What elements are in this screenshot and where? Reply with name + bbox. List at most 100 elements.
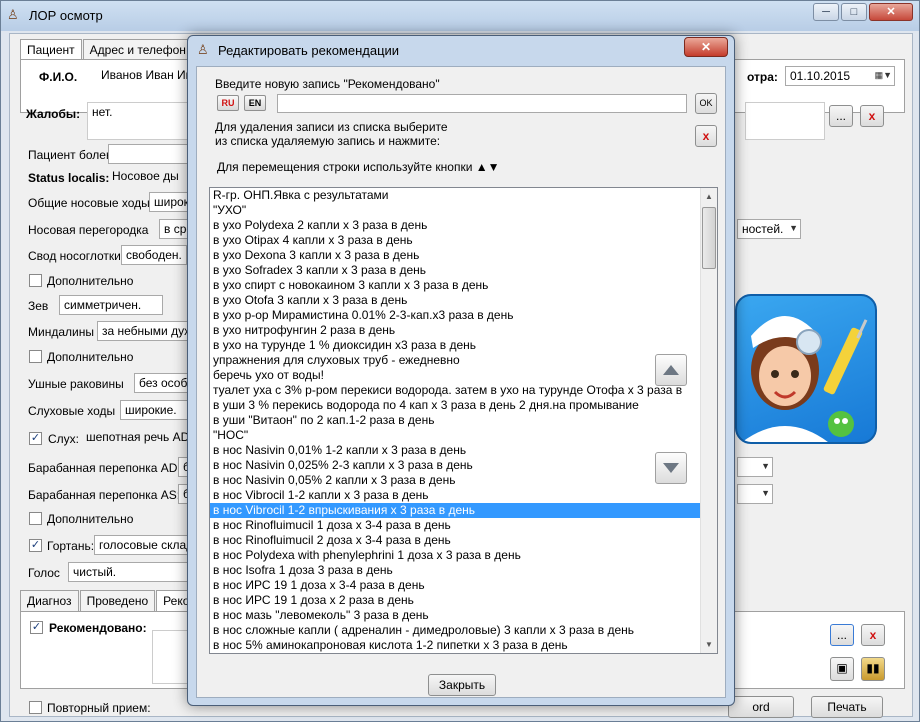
calendar-icon[interactable]: ▦▼ xyxy=(875,70,892,81)
repeat-visit-checkbox[interactable] xyxy=(29,701,42,714)
list-item[interactable]: в нос 5% аминокапроновая кислота 1-2 пип… xyxy=(210,638,717,653)
tympanic-ad-combo[interactable]: ▼ xyxy=(737,457,773,477)
list-item[interactable]: в ухо на турунде 1 % диоксидин х3 раза в… xyxy=(210,338,717,353)
recommended-checkbox[interactable]: ✓ xyxy=(30,621,43,634)
move-down-button[interactable] xyxy=(655,452,687,484)
list-item[interactable]: в нос Rinofluimucil 1 доза х 3-4 раза в … xyxy=(210,518,717,533)
list-item[interactable]: в нос сложные капли ( адреналин - димедр… xyxy=(210,623,717,638)
voice-field[interactable]: чистый. xyxy=(68,562,197,582)
scroll-up-icon[interactable]: ▲ xyxy=(701,188,717,205)
lang-en-button[interactable]: EN xyxy=(244,95,266,111)
status-localis-field[interactable]: Носовое ды xyxy=(108,167,197,187)
tab-patient[interactable]: Пациент xyxy=(20,39,82,60)
list-item[interactable]: R-гр. ОНП.Явка с результатами xyxy=(210,188,717,203)
tympanic-ad-label: Барабанная перепонка AD: xyxy=(28,461,181,475)
larynx-field[interactable]: голосовые складк xyxy=(94,535,197,555)
list-item[interactable]: в нос Nasivin 0,01% 1-2 капли х 3 раза в… xyxy=(210,443,717,458)
list-item[interactable]: в ухо Otipax 4 капли х 3 раза в день xyxy=(210,233,717,248)
ok-button[interactable]: OK xyxy=(695,93,717,114)
sinus-combo[interactable]: ностей. ▼ xyxy=(737,219,801,239)
fio-field[interactable]: Иванов Иван Иван xyxy=(97,66,197,86)
tab-address-phone[interactable]: Адрес и телефон xyxy=(82,39,193,60)
tab-performed[interactable]: Проведено xyxy=(79,590,156,611)
list-item[interactable]: в ухо спирт с новокаином 3 капли х 3 раз… xyxy=(210,278,717,293)
minimize-button[interactable]: ─ xyxy=(813,3,839,21)
list-item[interactable]: упражнения для слуховых труб - ежедневно xyxy=(210,353,717,368)
hearing-label: Слух: xyxy=(48,432,80,446)
list-item[interactable]: "НОС" xyxy=(210,428,717,443)
hearing-checkbox[interactable]: ✓ xyxy=(29,432,42,445)
recommendations-list[interactable]: R-гр. ОНП.Явка с результатами "УХО" в ухо … xyxy=(209,187,718,654)
list-item[interactable]: в ухо Sofradex 3 капли х 3 раза в день xyxy=(210,263,717,278)
complaints-field-right[interactable] xyxy=(745,102,825,140)
new-entry-label: Введите новую запись "Рекомендовано" xyxy=(215,77,440,91)
scroll-thumb[interactable] xyxy=(702,207,716,269)
chevron-down-icon[interactable]: ▼ xyxy=(761,461,770,471)
close-button[interactable]: Закрыть xyxy=(428,674,496,696)
extra-3-checkbox[interactable] xyxy=(29,512,42,525)
list-item[interactable]: "УХО" xyxy=(210,203,717,218)
delete-entry-button[interactable]: x xyxy=(695,125,717,147)
hearing-field[interactable]: шепотная речь AD/A xyxy=(82,428,197,448)
dialog-title: Редактировать рекомендации xyxy=(218,43,400,58)
new-entry-input[interactable] xyxy=(277,94,687,113)
move-hint-label: Для перемещения строки используйте кнопк… xyxy=(217,160,500,174)
status-localis-label: Status localis: xyxy=(28,171,110,185)
record-button[interactable]: ord xyxy=(728,696,794,718)
print-button[interactable]: Печать xyxy=(811,696,883,718)
chevron-down-icon[interactable]: ▼ xyxy=(789,223,798,233)
bottom-tabs: Диагноз Проведено Рекоме xyxy=(20,590,212,611)
list-item[interactable]: в уши 3 % перекись водорода по 4 кап х 3… xyxy=(210,398,717,413)
patient-ill-field[interactable] xyxy=(108,144,197,164)
lang-ru-button[interactable]: RU xyxy=(217,95,239,111)
list-item[interactable]: в нос Rinofluimucil 2 доза х 3-4 раза в … xyxy=(210,533,717,548)
list-item[interactable]: в ухо нитрофунгин 2 раза в день xyxy=(210,323,717,338)
extra-2-checkbox[interactable] xyxy=(29,350,42,363)
extra-1-label: Дополнительно xyxy=(47,274,134,288)
list-item[interactable]: в ухо Dexona 3 капли х 3 раза в день xyxy=(210,248,717,263)
list-item[interactable]: в нос Isofra 1 доза 3 раза в день xyxy=(210,563,717,578)
list-item[interactable]: в нос ИРС 19 1 доза х 3-4 раза в день xyxy=(210,578,717,593)
list-item[interactable]: в нос Vibrocil 1-2 впрыскивания х 3 раза… xyxy=(210,503,717,518)
list-item[interactable]: в ухо Polydexa 2 капли х 3 раза в день xyxy=(210,218,717,233)
list-item[interactable]: в нос Vibrocil 1-2 капли х 3 раза в день xyxy=(210,488,717,503)
larynx-checkbox[interactable]: ✓ xyxy=(29,539,42,552)
list-item[interactable]: в нос ИРС 19 1 доза х 2 раза в день xyxy=(210,593,717,608)
dialog-client-area: Введите новую запись "Рекомендовано" RU … xyxy=(196,66,726,698)
close-window-button[interactable]: ✕ xyxy=(869,3,913,21)
list-item[interactable]: беречь ухо от воды! xyxy=(210,368,717,383)
list-item[interactable]: в нос мазь "левомеколь" 3 раза в день xyxy=(210,608,717,623)
list-item[interactable]: в нос Nasivin 0,025% 2-3 капли х 3 раза … xyxy=(210,458,717,473)
ear-canals-field[interactable]: широкие. xyxy=(120,400,190,420)
maximize-button[interactable]: □ xyxy=(841,3,867,21)
nasopharynx-field[interactable]: свободен. xyxy=(121,245,187,265)
date-picker[interactable]: 01.10.2015 ▦▼ xyxy=(785,66,895,86)
auricles-label: Ушные раковины xyxy=(28,377,124,391)
chevron-down-icon[interactable]: ▼ xyxy=(761,488,770,498)
extra-1-checkbox[interactable] xyxy=(29,274,42,287)
window-controls: ─ □ ✕ xyxy=(813,3,913,21)
list-item[interactable]: в уши "Витаон" по 2 кап.1-2 раза в день xyxy=(210,413,717,428)
doctor-illustration xyxy=(735,294,877,444)
list-item[interactable]: в ухо Otofa 3 капли х 3 раза в день xyxy=(210,293,717,308)
list-scrollbar[interactable]: ▲ ▼ xyxy=(700,188,717,653)
list-item[interactable]: в ухо р-ор Мирамистина 0.01% 2-3-кап.х3 … xyxy=(210,308,717,323)
complaints-clear-button[interactable]: x xyxy=(860,105,884,127)
list-item[interactable]: в нос Polydexa with phenylephrini 1 доза… xyxy=(210,548,717,563)
dialog-close-icon[interactable]: ✕ xyxy=(684,37,728,57)
tab-diagnosis[interactable]: Диагноз xyxy=(20,590,79,611)
floppy-icon[interactable]: ▣ xyxy=(830,657,854,681)
books-icon[interactable]: ▮▮ xyxy=(861,657,885,681)
scroll-down-icon[interactable]: ▼ xyxy=(701,636,717,653)
move-up-button[interactable] xyxy=(655,354,687,386)
tympanic-as-combo[interactable]: ▼ xyxy=(737,484,773,504)
pharynx-field[interactable]: симметричен. xyxy=(59,295,163,315)
complaints-more-button[interactable]: ... xyxy=(829,105,853,127)
list-item[interactable]: в нос Nasivin 0,05% 2 капли х 3 раза в д… xyxy=(210,473,717,488)
list-item[interactable]: туалет уха с 3% р-ром перекиси водорода.… xyxy=(210,383,717,398)
complaints-field[interactable]: нет. xyxy=(87,102,197,140)
tonsils-field[interactable]: за небными дужк xyxy=(97,321,197,341)
recommended-edit-button[interactable]: ... xyxy=(830,624,854,646)
recommended-clear-button[interactable]: x xyxy=(861,624,885,646)
down-arrow-icon xyxy=(663,463,679,473)
